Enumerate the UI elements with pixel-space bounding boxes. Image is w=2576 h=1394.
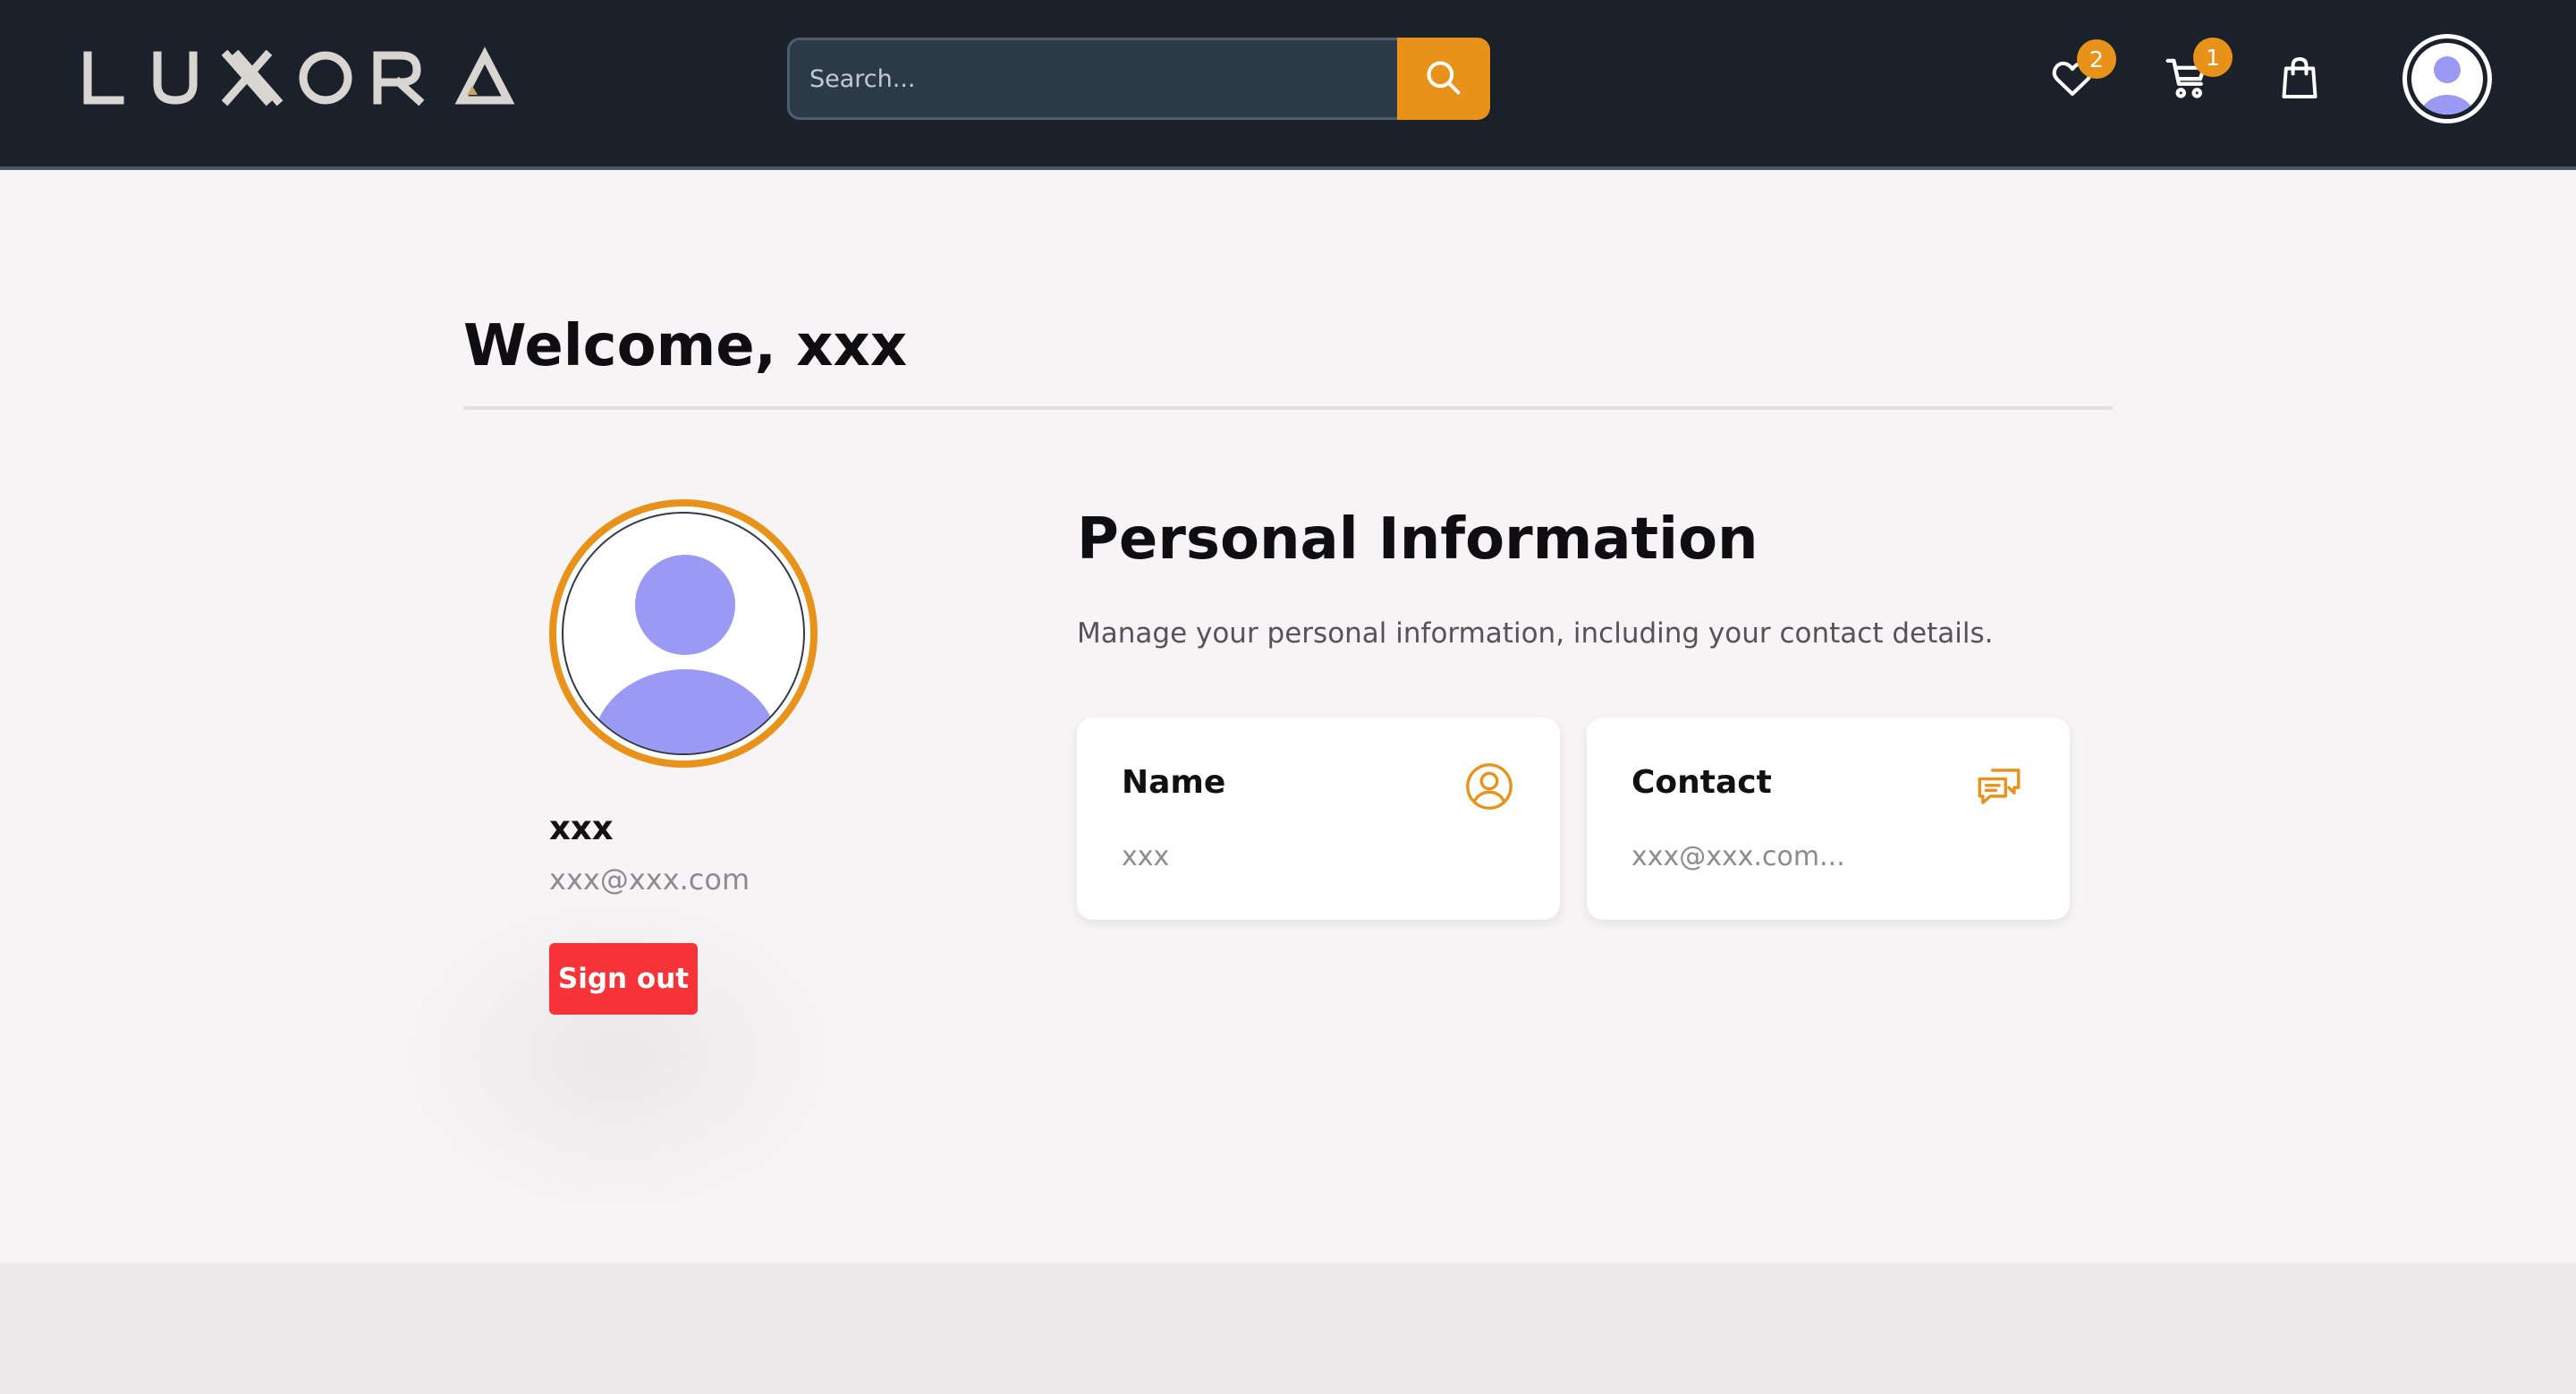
search-icon: [1424, 58, 1463, 100]
profile-email: xxx@xxx.com: [549, 863, 750, 897]
user-avatar-icon: [2411, 43, 2483, 115]
footer: [0, 1263, 2576, 1394]
chat-bubbles-icon: [1973, 761, 2025, 812]
name-card[interactable]: Name xxx: [1077, 718, 1560, 920]
cart-count-badge: 1: [2193, 38, 2233, 77]
orders-bag-button[interactable]: [2268, 48, 2331, 111]
search-bar: [787, 38, 1490, 120]
account-avatar-button[interactable]: [2402, 34, 2492, 123]
top-navbar: 2 1: [0, 0, 2576, 170]
wishlist-button[interactable]: 2: [2041, 39, 2116, 111]
search-input[interactable]: [787, 38, 1397, 120]
logo-wordmark: [83, 47, 515, 106]
card-value: xxx@xxx.com...: [1631, 841, 1845, 872]
profile-avatar: [549, 499, 818, 768]
card-value: xxx: [1122, 841, 1170, 872]
personal-info-subtitle: Manage your personal information, includ…: [1077, 617, 1994, 650]
user-circle-icon: [1463, 761, 1515, 812]
luxora-logo[interactable]: [82, 45, 547, 116]
profile-name: xxx: [549, 809, 614, 847]
profile-avatar-icon: [562, 512, 805, 755]
shopping-bag-icon: [2275, 53, 2325, 106]
sign-out-button[interactable]: Sign out: [549, 943, 698, 1015]
search-button[interactable]: [1397, 38, 1490, 120]
contact-card[interactable]: Contact xxx@xxx.com...: [1587, 718, 2070, 920]
welcome-heading: Welcome, xxx: [463, 313, 908, 379]
card-title: Name: [1122, 764, 1226, 801]
divider: [463, 406, 2113, 410]
personal-info-title: Personal Information: [1077, 506, 1758, 573]
card-title: Contact: [1631, 764, 1772, 801]
cart-button[interactable]: 1: [2156, 38, 2233, 111]
wishlist-count-badge: 2: [2077, 39, 2116, 79]
